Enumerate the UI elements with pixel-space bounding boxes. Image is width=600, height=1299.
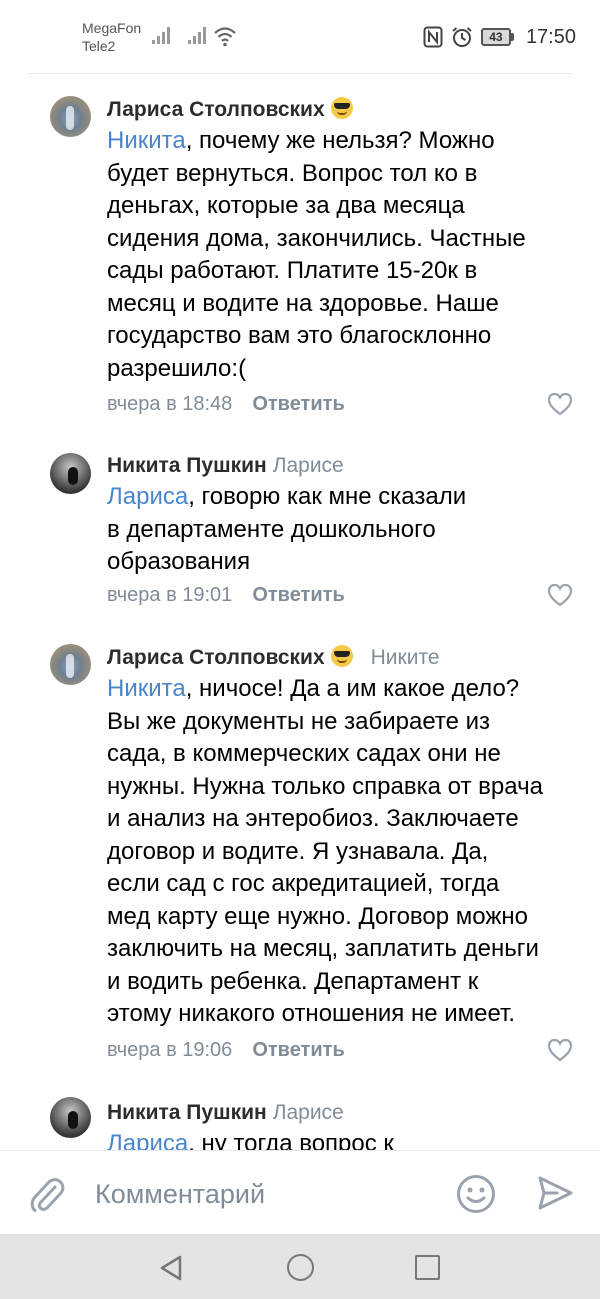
mention-link[interactable]: Никита	[107, 675, 186, 702]
comment-item: Никита Пушкин Ларисе Лариса, ну тогда воп…	[0, 1095, 600, 1150]
comment-text: Никита, ничосе! Да а им какое дело? Вы ж…	[107, 675, 543, 1027]
comment-header: Никита Пушкин Ларисе	[107, 1098, 344, 1128]
reply-to-label[interactable]: Ларисе	[273, 1101, 344, 1124]
comment-header: Лариса Столповских Никите	[107, 643, 440, 673]
comment-time: вчера в 19:06	[107, 1039, 233, 1061]
battery-level: 43	[480, 28, 511, 46]
comment-text: Лариса, говорю как мне сказали в департа…	[107, 483, 467, 575]
signal-icon	[188, 26, 208, 44]
comment-input[interactable]	[95, 1177, 425, 1211]
sunglasses-emoji	[330, 97, 353, 119]
sunglasses-emoji	[330, 645, 353, 667]
comments-list[interactable]: Лариса Столповских Никита, почему же нел…	[0, 90, 600, 1150]
send-icon[interactable]	[537, 1175, 573, 1211]
nfc-icon	[423, 26, 443, 48]
comment-meta: вчера в 18:48 Ответить	[107, 390, 345, 418]
comment-header: Лариса Столповских	[107, 95, 353, 125]
comment-meta: вчера в 19:01 Ответить	[107, 581, 345, 609]
like-heart-icon[interactable]	[547, 583, 573, 607]
home-icon[interactable]	[287, 1254, 314, 1281]
comment-item: Лариса Столповских Никите Никита, ничосе!…	[0, 640, 600, 1090]
smile-icon[interactable]	[456, 1174, 496, 1214]
comment-input-bar	[0, 1150, 600, 1234]
like-heart-icon[interactable]	[547, 1038, 573, 1062]
reply-button[interactable]: Ответить	[252, 393, 344, 415]
reply-to-label[interactable]: Никите	[371, 646, 440, 669]
carrier-2: Tele2	[82, 38, 116, 54]
reply-to-label[interactable]: Ларисе	[273, 454, 344, 477]
comment-time: вчера в 19:01	[107, 584, 233, 606]
mention-link[interactable]: Никита	[107, 127, 186, 154]
comment-meta: вчера в 19:06 Ответить	[107, 1036, 345, 1064]
battery-icon: 43	[480, 28, 514, 46]
status-bar: MegaFon Tele2 43 17:50	[0, 0, 600, 66]
reply-button[interactable]: Ответить	[252, 584, 344, 606]
comment-header: Никита Пушкин Ларисе	[107, 451, 344, 481]
carrier-1: MegaFon	[82, 20, 142, 36]
signal-icon	[152, 26, 172, 44]
comment-item: Никита Пушкин Ларисе Лариса, говорю как м…	[0, 448, 600, 628]
paperclip-icon[interactable]	[28, 1175, 66, 1215]
system-nav-bar	[0, 1234, 600, 1299]
clock: 17:50	[525, 25, 576, 48]
mention-link[interactable]: Лариса	[107, 483, 188, 510]
carrier-names: MegaFon Tele2	[82, 19, 141, 55]
author-name[interactable]: Никита Пушкин	[107, 454, 267, 477]
reply-button[interactable]: Ответить	[252, 1039, 344, 1061]
mention-link[interactable]: Лариса	[107, 1130, 188, 1150]
comment-text: Никита, почему же нельзя? Можно будет ве…	[107, 127, 526, 382]
like-heart-icon[interactable]	[547, 392, 573, 416]
status-icons: 43 17:50	[423, 24, 576, 50]
author-name[interactable]: Лариса Столповских	[107, 98, 325, 121]
alarm-icon	[452, 27, 472, 47]
back-icon[interactable]	[158, 1254, 184, 1282]
comment-text: Лариса, ну тогда вопрос к	[107, 1128, 577, 1150]
divider	[28, 73, 572, 74]
recent-apps-icon[interactable]	[415, 1255, 440, 1280]
avatar[interactable]	[50, 1097, 91, 1138]
comment-item: Лариса Столповских Никита, почему же нел…	[0, 90, 600, 430]
avatar[interactable]	[50, 453, 91, 494]
wifi-icon	[214, 27, 236, 47]
avatar[interactable]	[50, 644, 91, 685]
author-name[interactable]: Лариса Столповских	[107, 646, 325, 669]
comment-time: вчера в 18:48	[107, 393, 233, 415]
author-name[interactable]: Никита Пушкин	[107, 1101, 267, 1124]
avatar[interactable]	[50, 96, 91, 137]
